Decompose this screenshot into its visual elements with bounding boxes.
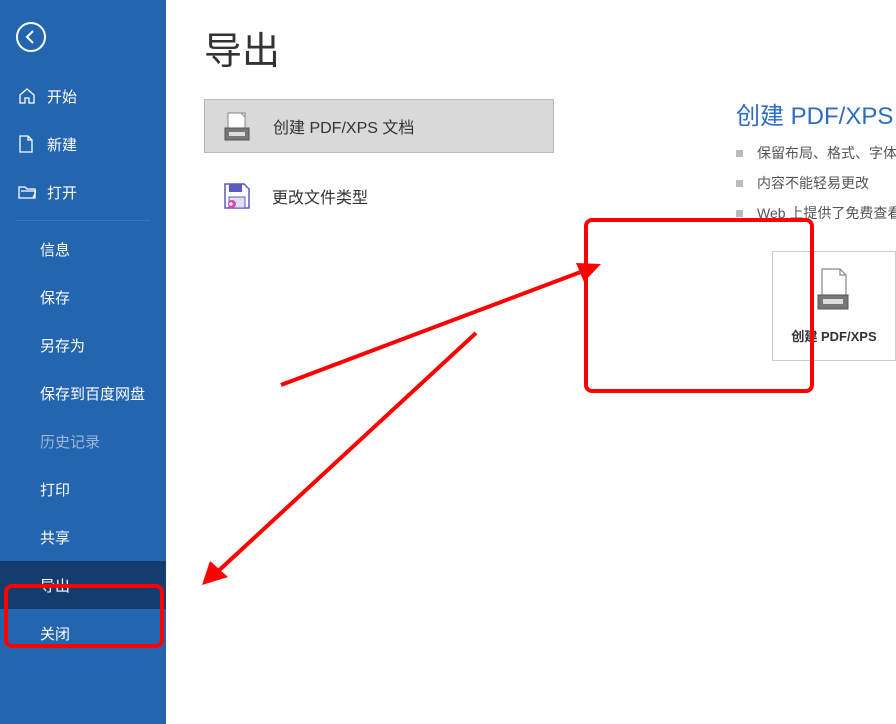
backstage-sidebar: 开始 新建 打开 信息 保存 另存为 保存到百度网盘 历史记录 打印 共享 导出… [0,0,166,724]
sidebar-separator [16,220,150,221]
sidebar-item-close[interactable]: 关闭 [0,609,166,657]
bullet-item: Web 上提供了免费查看器 [736,203,896,223]
sidebar-item-label: 共享 [40,527,70,548]
option-change-filetype[interactable]: 更改文件类型 [204,169,554,223]
sidebar-item-export[interactable]: 导出 [0,561,166,609]
option-label: 更改文件类型 [272,184,368,208]
bullet-square-icon [736,150,743,157]
create-pdfxps-button[interactable]: 创建 PDF/XPS [772,251,896,361]
sidebar-item-label: 开始 [47,86,77,107]
back-arrow-icon [23,29,39,45]
detail-bullets: 保留布局、格式、字体和图像 内容不能轻易更改 Web 上提供了免费查看器 [736,143,896,223]
sidebar-item-label: 打印 [40,479,70,500]
save-type-icon [220,179,254,213]
sidebar-item-info[interactable]: 信息 [0,225,166,273]
sidebar-item-label: 关闭 [40,623,70,644]
bullet-item: 保留布局、格式、字体和图像 [736,143,896,163]
sidebar-item-print[interactable]: 打印 [0,465,166,513]
bullet-square-icon [736,210,743,217]
folder-icon [18,184,36,200]
pdf-publish-icon [814,267,854,316]
option-create-pdfxps[interactable]: 创建 PDF/XPS 文档 [204,99,554,153]
pdf-icon [221,109,255,143]
sidebar-item-share[interactable]: 共享 [0,513,166,561]
annotation-arrow-right [276,260,606,390]
option-label: 创建 PDF/XPS 文档 [273,114,414,138]
create-button-label: 创建 PDF/XPS [791,326,876,345]
sidebar-item-label: 导出 [40,575,70,596]
sidebar-item-saveas[interactable]: 另存为 [0,321,166,369]
sidebar-item-new[interactable]: 新建 [0,120,166,168]
sidebar-item-home[interactable]: 开始 [0,72,166,120]
sidebar-item-label: 历史记录 [40,431,100,452]
sidebar-item-label: 打开 [47,182,77,203]
annotation-arrow-down [196,325,486,590]
sidebar-item-label: 保存 [40,287,70,308]
sidebar-item-label: 新建 [47,134,77,155]
sidebar-item-label: 信息 [40,239,70,260]
sidebar-item-label: 另存为 [40,335,85,356]
newfile-icon [18,135,36,153]
bullet-square-icon [736,180,743,187]
page-title: 导出 [204,20,896,75]
bullet-item: 内容不能轻易更改 [736,173,896,193]
export-detail-panel: 创建 PDF/XPS 文档 保留布局、格式、字体和图像 内容不能轻易更改 Web… [736,96,896,361]
sidebar-item-save[interactable]: 保存 [0,273,166,321]
sidebar-item-savetobaidu[interactable]: 保存到百度网盘 [0,369,166,417]
back-button[interactable] [16,22,46,52]
main-panel: 导出 创建 PDF/XPS 文档 [166,0,896,724]
home-icon [18,87,36,105]
sidebar-item-history: 历史记录 [0,417,166,465]
detail-title: 创建 PDF/XPS 文档 [736,96,896,131]
sidebar-item-open[interactable]: 打开 [0,168,166,216]
sidebar-item-label: 保存到百度网盘 [40,383,145,404]
